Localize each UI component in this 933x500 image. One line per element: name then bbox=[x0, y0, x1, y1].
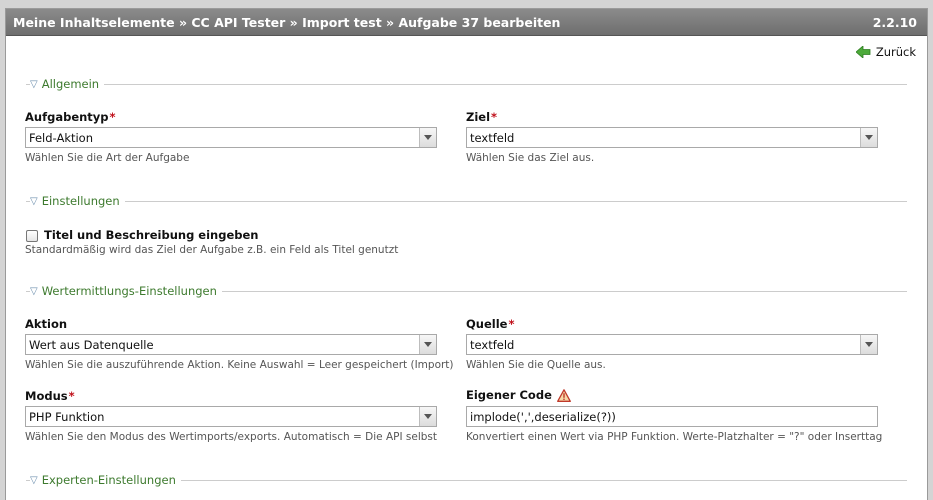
dropdown-arrow-icon[interactable] bbox=[419, 335, 436, 354]
section-allgemein[interactable]: ▽ Allgemein bbox=[26, 77, 907, 91]
aufgabentyp-help: Wählen Sie die Art der Aufgabe bbox=[25, 152, 190, 164]
eigener-code-help: Konvertiert einen Wert via PHP Funktion.… bbox=[466, 431, 883, 443]
dropdown-arrow-icon[interactable] bbox=[860, 335, 877, 354]
quelle-help: Wählen Sie die Quelle aus. bbox=[466, 359, 606, 371]
eigener-code-input[interactable]: implode(',',deserialize(?)) bbox=[466, 406, 878, 427]
ziel-select[interactable]: textfeld bbox=[466, 127, 878, 148]
ziel-value: textfeld bbox=[470, 131, 515, 145]
collapse-triangle-icon: ▽ bbox=[30, 195, 38, 207]
dropdown-arrow-icon[interactable] bbox=[419, 128, 436, 147]
aufgabentyp-value: Feld-Aktion bbox=[29, 131, 94, 145]
modus-value: PHP Funktion bbox=[29, 410, 105, 424]
section-title: Experten-Einstellungen bbox=[41, 473, 176, 487]
breadcrumb: Meine Inhaltselemente » CC API Tester » … bbox=[13, 15, 561, 30]
dropdown-arrow-icon[interactable] bbox=[860, 128, 877, 147]
aktion-label: Aktion bbox=[25, 317, 68, 331]
version-label: 2.2.10 bbox=[872, 15, 917, 30]
aufgabentyp-select[interactable]: Feld-Aktion bbox=[25, 127, 437, 148]
back-link[interactable]: Zurück bbox=[855, 45, 916, 59]
section-experten[interactable]: ▽ Experten-Einstellungen bbox=[26, 473, 907, 487]
ziel-label: Ziel * bbox=[466, 110, 498, 124]
aktion-value: Wert aus Datenquelle bbox=[29, 338, 154, 352]
collapse-triangle-icon: ▽ bbox=[30, 285, 38, 297]
ziel-help: Wählen Sie das Ziel aus. bbox=[466, 152, 595, 164]
required-marker: * bbox=[109, 110, 116, 124]
titel-help: Standardmäßig wird das Ziel der Aufgabe … bbox=[25, 244, 399, 256]
section-einstellungen[interactable]: ▽ Einstellungen bbox=[26, 194, 907, 208]
aufgabentyp-label: Aufgabentyp * bbox=[25, 110, 116, 124]
modus-help: Wählen Sie den Modus des Wertimports/exp… bbox=[25, 431, 438, 443]
section-wertermittlung[interactable]: ▽ Wertermittlungs-Einstellungen bbox=[26, 284, 907, 298]
back-label: Zurück bbox=[875, 45, 916, 59]
required-marker: * bbox=[491, 110, 498, 124]
section-title: Allgemein bbox=[41, 77, 100, 91]
aktion-select[interactable]: Wert aus Datenquelle bbox=[25, 334, 437, 355]
title-bar: Meine Inhaltselemente » CC API Tester » … bbox=[6, 9, 927, 36]
main-window: Meine Inhaltselemente » CC API Tester » … bbox=[5, 8, 928, 500]
dropdown-arrow-icon[interactable] bbox=[419, 407, 436, 426]
quelle-select[interactable]: textfeld bbox=[466, 334, 878, 355]
aktion-help: Wählen Sie die auszuführende Aktion. Kei… bbox=[25, 359, 454, 371]
required-marker: * bbox=[68, 389, 75, 403]
modus-select[interactable]: PHP Funktion bbox=[25, 406, 437, 427]
modus-label: Modus * bbox=[25, 389, 75, 403]
titel-label[interactable]: Titel und Beschreibung eingeben bbox=[44, 228, 259, 242]
section-title: Einstellungen bbox=[41, 194, 120, 208]
required-marker: * bbox=[508, 317, 515, 331]
warning-icon bbox=[556, 388, 571, 402]
quelle-label: Quelle * bbox=[466, 317, 515, 331]
collapse-triangle-icon: ▽ bbox=[30, 78, 38, 90]
quelle-value: textfeld bbox=[470, 338, 515, 352]
titel-checkbox[interactable] bbox=[26, 230, 38, 242]
back-arrow-icon bbox=[855, 46, 871, 58]
section-title: Wertermittlungs-Einstellungen bbox=[41, 284, 217, 298]
eigener-code-label: Eigener Code bbox=[466, 388, 571, 402]
collapse-triangle-icon: ▽ bbox=[30, 474, 38, 486]
